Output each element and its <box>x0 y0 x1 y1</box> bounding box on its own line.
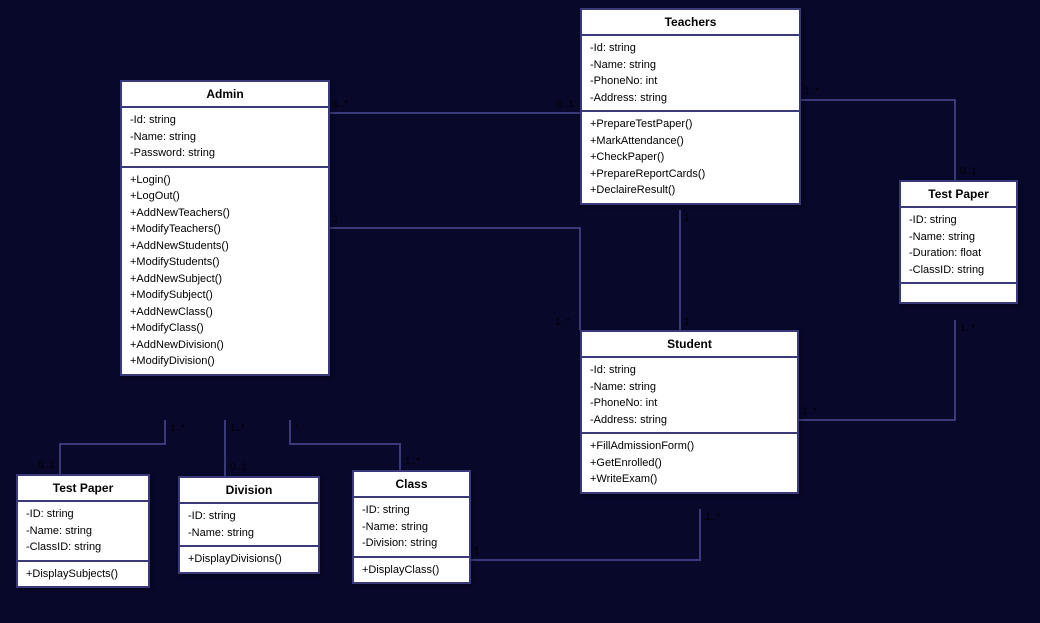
attr: -Name: string <box>590 379 789 396</box>
method: +MarkAttendance() <box>590 133 791 150</box>
mult-admin-teachers-right: 0..1 <box>557 99 574 110</box>
attr: -Id: string <box>590 362 789 379</box>
method: +DeclaireResult() <box>590 182 791 199</box>
attr: -ClassID: string <box>909 262 1008 279</box>
mult-admin-teachers-left: 1..* <box>333 99 348 110</box>
mult-admin-student-left: 1 <box>333 214 339 225</box>
attr: -ID: string <box>26 506 140 523</box>
attr: -PhoneNo: int <box>590 395 789 412</box>
class-division-methods: +DisplayDivisions() <box>180 547 318 572</box>
method: +DisplayClass() <box>362 562 461 579</box>
class-student-attrs: -Id: string -Name: string -PhoneNo: int … <box>582 358 797 434</box>
method: +AddNewClass() <box>130 304 320 321</box>
method: +AddNewDivision() <box>130 337 320 354</box>
mult-admin-student-right: 1..* <box>555 317 570 328</box>
mult-teachers-tpr-right: 0..1 <box>960 166 977 177</box>
attr: -PhoneNo: int <box>590 73 791 90</box>
class-teachers-attrs: -Id: string -Name: string -PhoneNo: int … <box>582 36 799 112</box>
attr: -ID: string <box>188 508 310 525</box>
mult-admin-cls-bot: 1..* <box>405 456 420 467</box>
class-class: Class -ID: string -Name: string -Divisio… <box>352 470 471 584</box>
class-admin-attrs: -Id: string -Name: string -Password: str… <box>122 108 328 168</box>
class-division-attrs: -ID: string -Name: string <box>180 504 318 547</box>
method: +PrepareTestPaper() <box>590 116 791 133</box>
attr: -Id: string <box>590 40 791 57</box>
attr: -Name: string <box>909 229 1008 246</box>
attr: -Address: string <box>590 412 789 429</box>
class-testpaper-right-attrs: -ID: string -Name: string -Duration: flo… <box>901 208 1016 284</box>
class-teachers-title: Teachers <box>582 10 799 36</box>
class-testpaper-left-methods: +DisplaySubjects() <box>18 562 148 587</box>
class-class-methods: +DisplayClass() <box>354 558 469 583</box>
attr: -Id: string <box>130 112 320 129</box>
method: +DisplaySubjects() <box>26 566 140 583</box>
mult-student-tpr-left: 1..* <box>802 406 817 417</box>
method: +ModifyClass() <box>130 320 320 337</box>
mult-admin-div-top: 1..* <box>230 423 245 434</box>
method: +WriteExam() <box>590 471 789 488</box>
method: +ModifyStudents() <box>130 254 320 271</box>
method: +AddNewSubject() <box>130 271 320 288</box>
attr: -ClassID: string <box>26 539 140 556</box>
attr: -Name: string <box>362 519 461 536</box>
class-admin-title: Admin <box>122 82 328 108</box>
method: +DisplayDivisions() <box>188 551 310 568</box>
class-admin: Admin -Id: string -Name: string -Passwor… <box>120 80 330 376</box>
class-division-title: Division <box>180 478 318 504</box>
class-student: Student -Id: string -Name: string -Phone… <box>580 330 799 494</box>
mult-teachers-student-bot: 1 <box>684 317 690 328</box>
class-testpaper-right-methods <box>901 284 1016 302</box>
attr: -Address: string <box>590 90 791 107</box>
method: +ModifySubject() <box>130 287 320 304</box>
attr: -ID: string <box>362 502 461 519</box>
mult-admin-cls-top: * <box>295 423 299 434</box>
class-testpaper-left-attrs: -ID: string -Name: string -ClassID: stri… <box>18 502 148 562</box>
method: +FillAdmissionForm() <box>590 438 789 455</box>
class-teachers: Teachers -Id: string -Name: string -Phon… <box>580 8 801 205</box>
method: +Login() <box>130 172 320 189</box>
attr: -Password: string <box>130 145 320 162</box>
method: +ModifyTeachers() <box>130 221 320 238</box>
mult-student-cls-right: 1..* <box>705 512 720 523</box>
class-class-attrs: -ID: string -Name: string -Division: str… <box>354 498 469 558</box>
method: +AddNewTeachers() <box>130 205 320 222</box>
method: +CheckPaper() <box>590 149 791 166</box>
mult-student-cls-left: 1 <box>474 546 480 557</box>
class-division: Division -ID: string -Name: string +Disp… <box>178 476 320 574</box>
class-testpaper-right: Test Paper -ID: string -Name: string -Du… <box>899 180 1018 304</box>
class-teachers-methods: +PrepareTestPaper() +MarkAttendance() +C… <box>582 112 799 203</box>
class-admin-methods: +Login() +LogOut() +AddNewTeachers() +Mo… <box>122 168 328 374</box>
attr: -Name: string <box>590 57 791 74</box>
attr: -Name: string <box>188 525 310 542</box>
mult-admin-tpl-bot: 0..1 <box>38 460 55 471</box>
class-student-title: Student <box>582 332 797 358</box>
attr: -Name: string <box>26 523 140 540</box>
attr: -ID: string <box>909 212 1008 229</box>
class-testpaper-right-title: Test Paper <box>901 182 1016 208</box>
method: +ModifyDivision() <box>130 353 320 370</box>
mult-student-tpr-right: 1..* <box>960 323 975 334</box>
method: +GetEnrolled() <box>590 455 789 472</box>
attr: -Duration: float <box>909 245 1008 262</box>
method: +LogOut() <box>130 188 320 205</box>
class-testpaper-left-title: Test Paper <box>18 476 148 502</box>
class-testpaper-left: Test Paper -ID: string -Name: string -Cl… <box>16 474 150 588</box>
mult-admin-div-bot: 0..1 <box>230 462 247 473</box>
class-student-methods: +FillAdmissionForm() +GetEnrolled() +Wri… <box>582 434 797 492</box>
attr: -Name: string <box>130 129 320 146</box>
attr: -Division: string <box>362 535 461 552</box>
mult-teachers-student-top: 1 <box>684 213 690 224</box>
mult-teachers-tpr-left: 1..* <box>804 86 819 97</box>
mult-admin-tpl-top: 1..* <box>170 423 185 434</box>
method: +PrepareReportCards() <box>590 166 791 183</box>
method: +AddNewStudents() <box>130 238 320 255</box>
class-class-title: Class <box>354 472 469 498</box>
